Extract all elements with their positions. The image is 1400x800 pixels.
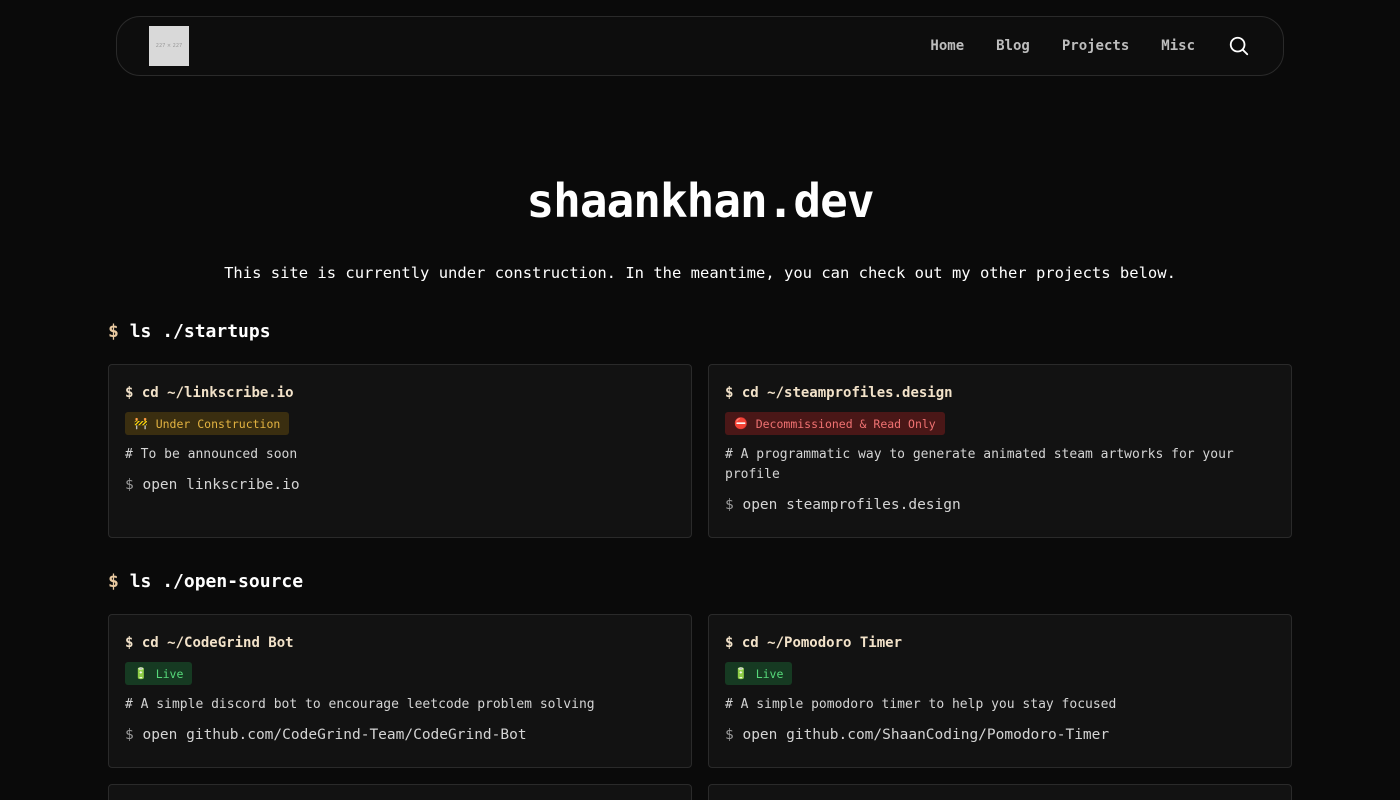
card-open-link[interactable]: $ open github.com/CodeGrind-Team/CodeGri… xyxy=(125,727,675,743)
cmd-text[interactable]: open github.com/CodeGrind-Team/CodeGrind… xyxy=(142,727,526,743)
heading-text: ls ./startups xyxy=(129,321,271,342)
card-open-link[interactable]: $ open linkscribe.io xyxy=(125,477,675,493)
section-heading-open-source: $ ls ./open-source xyxy=(108,571,303,592)
heading-prompt: $ xyxy=(108,321,119,342)
card-title-text: cd ~/steamprofiles.design xyxy=(741,385,953,401)
card-description: # A programmatic way to generate animate… xyxy=(725,447,1234,482)
project-card-linkscribe[interactable]: $ cd ~/linkscribe.io 🚧 Under Constructio… xyxy=(108,364,692,538)
page-subtitle: This site is currently under constructio… xyxy=(224,264,1176,282)
status-badge: ⛔ Decommissioned & Read Only xyxy=(725,412,945,435)
search-icon xyxy=(1229,36,1249,56)
status-badge: 🔋 Live xyxy=(725,662,793,685)
card-title-text: cd ~/linkscribe.io xyxy=(141,385,294,401)
status-badge: 🚧 Under Construction xyxy=(125,412,290,435)
card-open-link[interactable]: $ open steamprofiles.design xyxy=(725,497,1275,513)
cmd-text[interactable]: open linkscribe.io xyxy=(142,477,299,493)
project-card-pomodoro-timer[interactable]: $ cd ~/Pomodoro Timer 🔋 Live # A simple … xyxy=(708,614,1292,768)
cmd-text[interactable]: open github.com/ShaanCoding/Pomodoro-Tim… xyxy=(742,727,1109,743)
navbar: 227 × 227 Home Blog Projects Misc xyxy=(116,16,1284,76)
project-card-codegrind-bot[interactable]: $ cd ~/CodeGrind Bot 🔋 Live # A simple d… xyxy=(108,614,692,768)
card-title-text: cd ~/CodeGrind Bot xyxy=(141,635,294,651)
nav-links: Home Blog Projects Misc xyxy=(930,34,1251,58)
search-button[interactable] xyxy=(1227,34,1251,58)
card-title-prompt: $ xyxy=(125,385,134,401)
heading-prompt: $ xyxy=(108,571,119,592)
nav-link-misc[interactable]: Misc xyxy=(1161,38,1195,54)
page: 227 × 227 Home Blog Projects Misc shaank… xyxy=(0,0,1400,800)
logo-placeholder-text: 227 × 227 xyxy=(155,43,183,49)
cmd-text[interactable]: open steamprofiles.design xyxy=(742,497,960,513)
status-badge: 🔋 Live xyxy=(125,662,193,685)
nav-link-blog[interactable]: Blog xyxy=(996,38,1030,54)
nav-link-projects[interactable]: Projects xyxy=(1062,38,1129,54)
section-heading-startups: $ ls ./startups xyxy=(108,321,271,342)
heading-text: ls ./open-source xyxy=(129,571,304,592)
card-description: # A simple discord bot to encourage leet… xyxy=(125,697,595,712)
cmd-prompt: $ xyxy=(725,497,734,513)
status-badge-label: Live xyxy=(155,666,184,681)
card-title-prompt: $ xyxy=(725,385,734,401)
card-title-prompt: $ xyxy=(725,635,734,651)
battery-icon: 🔋 xyxy=(734,667,748,680)
status-badge-label: Under Construction xyxy=(155,416,281,431)
page-title: shaankhan.dev xyxy=(526,174,874,228)
card-open-link[interactable]: $ open github.com/ShaanCoding/Pomodoro-T… xyxy=(725,727,1275,743)
card-title: $ cd ~/CodeGrind Bot xyxy=(125,635,675,651)
status-badge-label: Live xyxy=(755,666,784,681)
card-title-prompt: $ xyxy=(125,635,134,651)
card-description: # To be announced soon xyxy=(125,447,298,462)
battery-icon: 🔋 xyxy=(134,667,148,680)
construction-icon: 🚧 xyxy=(134,417,148,430)
card-title: $ cd ~/linkscribe.io xyxy=(125,385,675,401)
no-entry-icon: ⛔ xyxy=(734,417,748,430)
cmd-prompt: $ xyxy=(125,727,134,743)
card-title-text: cd ~/Pomodoro Timer xyxy=(741,635,903,651)
nav-link-home[interactable]: Home xyxy=(930,38,964,54)
card-description: # A simple pomodoro timer to help you st… xyxy=(725,697,1117,712)
project-card-partial[interactable] xyxy=(108,784,692,800)
card-title: $ cd ~/steamprofiles.design xyxy=(725,385,1275,401)
card-title: $ cd ~/Pomodoro Timer xyxy=(725,635,1275,651)
cmd-prompt: $ xyxy=(125,477,134,493)
site-logo[interactable]: 227 × 227 xyxy=(149,26,189,66)
cmd-prompt: $ xyxy=(725,727,734,743)
project-card-steamprofiles[interactable]: $ cd ~/steamprofiles.design ⛔ Decommissi… xyxy=(708,364,1292,538)
project-card-partial[interactable] xyxy=(708,784,1292,800)
status-badge-label: Decommissioned & Read Only xyxy=(755,416,936,431)
